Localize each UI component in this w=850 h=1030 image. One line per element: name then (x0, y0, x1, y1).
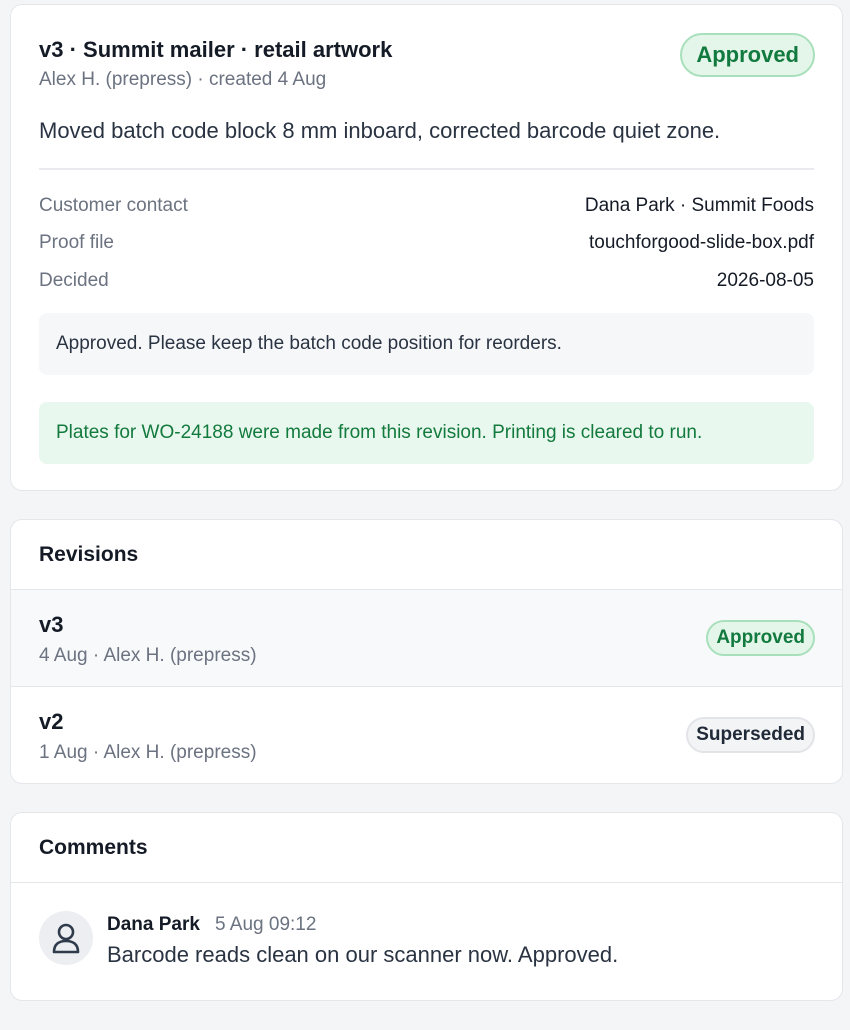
detail-value: Dana Park · Summit Foods (584, 195, 814, 216)
detail-row-proof-file: Proof file touchforgood-slide-box.pdf (39, 232, 814, 254)
revisions-heading: Revisions (11, 520, 842, 590)
revision-meta: 1 Aug · Alex H. (prepress) (39, 742, 257, 763)
proof-subtitle: Alex H. (prepress) · created 4 Aug (39, 69, 327, 90)
detail-label: Proof file (39, 232, 114, 253)
detail-label: Decided (39, 270, 109, 291)
status-badge: Approved (706, 620, 815, 656)
proof-card: v3 · Summit mailer · retail artwork Alex… (10, 4, 843, 491)
comment-author: Dana Park (107, 914, 200, 935)
revision-description: Moved batch code block 8 mm inboard, cor… (39, 118, 721, 143)
detail-label: Customer contact (39, 195, 188, 216)
revision-row-v2[interactable]: v2 1 Aug · Alex H. (prepress) Superseded (11, 687, 842, 783)
comment-timestamp: 5 Aug 09:12 (215, 914, 317, 935)
revision-meta: 4 Aug · Alex H. (prepress) (39, 645, 257, 666)
revision-row-v3[interactable]: v3 4 Aug · Alex H. (prepress) Approved (11, 590, 842, 687)
comments-heading: Comments (11, 813, 842, 883)
divider (39, 168, 814, 170)
status-badge: Superseded (686, 717, 815, 753)
proof-file-link[interactable]: touchforgood-slide-box.pdf (589, 232, 814, 254)
revisions-card: Revisions v3 4 Aug · Alex H. (prepress) … (10, 519, 843, 784)
detail-row-customer-contact: Customer contact Dana Park · Summit Food… (39, 195, 814, 217)
revision-version: v2 (39, 709, 64, 734)
status-badge: Approved (680, 33, 815, 77)
comment-item: Dana Park 5 Aug 09:12 Barcode reads clea… (11, 883, 842, 1000)
detail-row-decided: Decided 2026-08-05 (39, 270, 814, 292)
revision-version: v3 (39, 612, 64, 637)
detail-value: 2026-08-05 (716, 270, 814, 291)
proof-title: v3 · Summit mailer · retail artwork (39, 37, 393, 62)
comment-text: Barcode reads clean on our scanner now. … (107, 942, 619, 967)
comments-card: Comments Dana Park 5 Aug 09:12 Barcode r… (10, 812, 843, 1001)
customer-note: Approved. Please keep the batch code pos… (39, 313, 814, 375)
plates-notice: Plates for WO-24188 were made from this … (39, 402, 814, 464)
user-icon (52, 923, 80, 954)
avatar (39, 911, 93, 965)
